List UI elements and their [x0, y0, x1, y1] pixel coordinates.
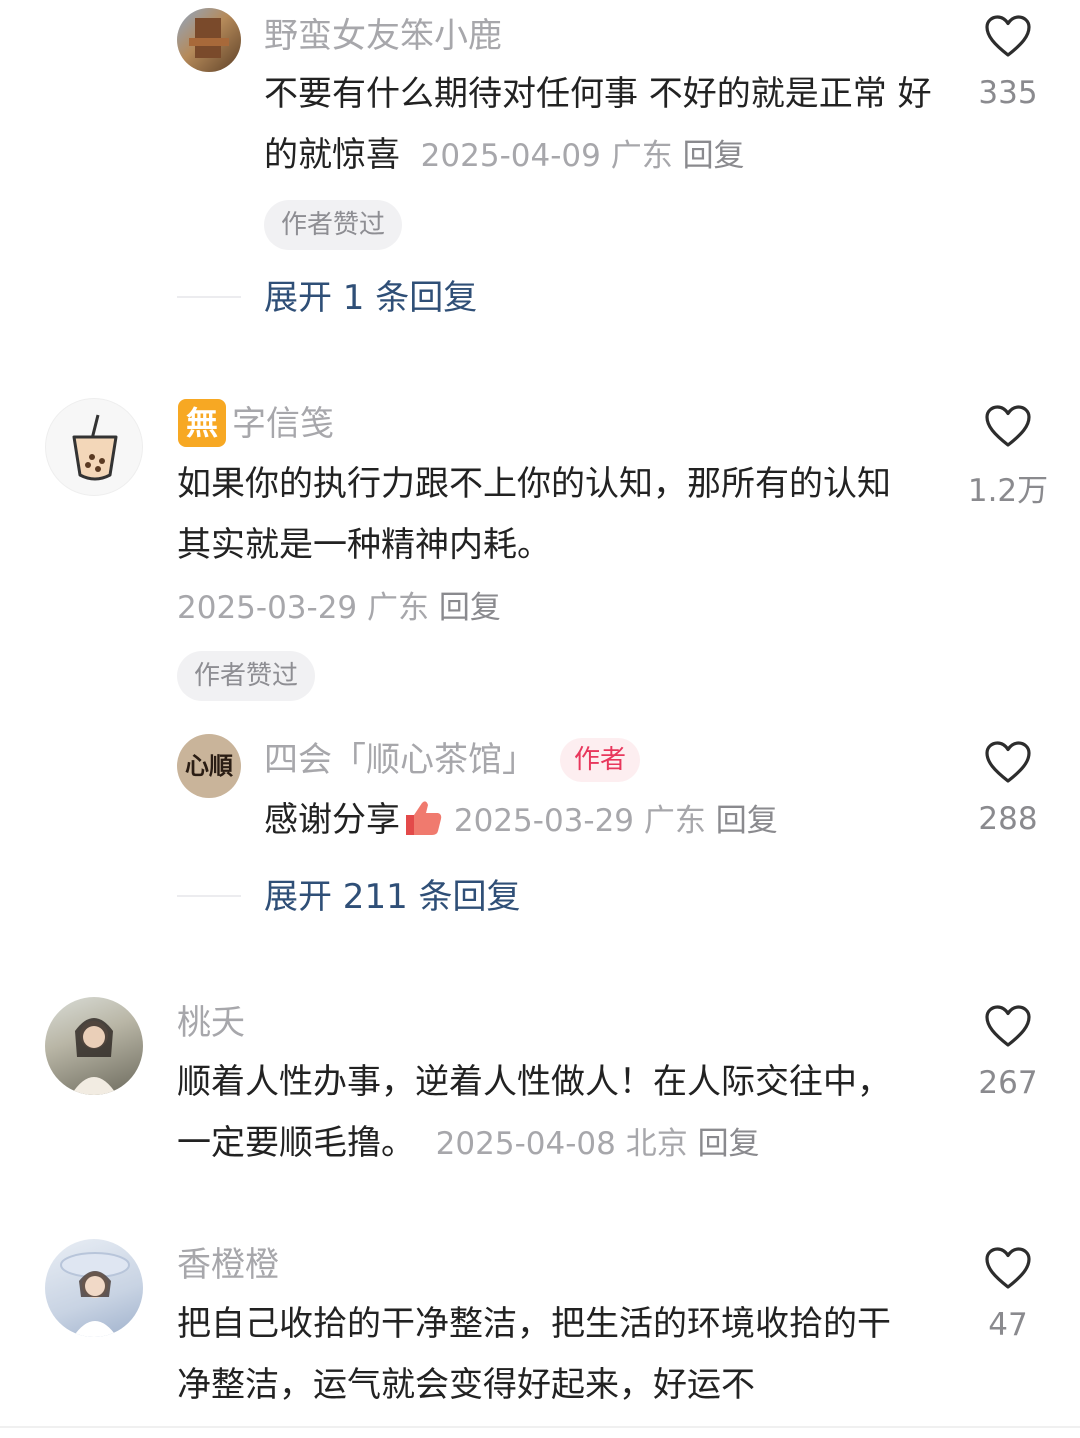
avatar[interactable] — [45, 997, 143, 1095]
expand-replies-button[interactable]: 展开 211 条回复 — [264, 875, 521, 919]
portrait-avatar-image — [71, 1018, 117, 1095]
divider — [177, 296, 241, 298]
avatar[interactable] — [45, 398, 143, 496]
comment-body: 把自己收拾的干净整洁，把生活的环境收拾的干净整洁，运气就会变得好起来，好运不 — [177, 1304, 891, 1405]
reply-button[interactable]: 回复 — [683, 138, 745, 174]
reply-button[interactable]: 回复 — [439, 590, 501, 626]
comment-location: 北京 — [625, 1126, 688, 1162]
comment-body: 如果你的执行力跟不上你的认知，那所有的认知其实就是一种精神内耗。 — [177, 464, 891, 565]
comment-date: 2025-04-08 — [435, 1126, 616, 1162]
author-tag: 作者 — [560, 738, 641, 782]
heart-outline-icon — [985, 741, 1031, 783]
reply-text: 感谢分享 2025-03-29 广东 回复 — [264, 790, 934, 852]
heart-outline-icon — [985, 15, 1031, 57]
heart-outline-icon — [985, 405, 1031, 447]
like-count: 1.2万 — [967, 473, 1049, 509]
reply-meta: 2025-03-29 广东 回复 — [444, 803, 778, 839]
expand-replies-button[interactable]: 展开 1 条回复 — [264, 276, 477, 320]
comment-text: 顺着人性办事，逆着人性做人！在人际交往中，一定要顺毛撸。 2025-04-08 … — [177, 1052, 917, 1175]
comment-date: 2025-04-09 — [420, 138, 601, 174]
thumbs-up-emoji-icon — [406, 801, 442, 835]
heart-outline-icon — [985, 1005, 1031, 1047]
reply-button[interactable]: 回复 — [716, 803, 778, 839]
bottom-divider — [0, 1426, 1080, 1428]
like-button[interactable]: 288 — [948, 740, 1068, 837]
commenter-name[interactable]: 四会「顺心茶馆」 — [264, 738, 536, 782]
comment-meta: 2025-03-29 广东 回复 — [177, 586, 501, 630]
commenter-name[interactable]: 桃夭 — [177, 1001, 245, 1045]
comment-location: 广东 — [610, 138, 673, 174]
like-button[interactable]: 1.2万 — [948, 404, 1068, 510]
like-button[interactable]: 267 — [948, 1004, 1068, 1101]
comment-meta: 2025-04-09 广东 回复 — [411, 138, 745, 174]
like-count: 267 — [978, 1065, 1038, 1101]
bubble-tea-icon — [72, 414, 118, 481]
author-liked-badge: 作者赞过 — [264, 200, 403, 250]
commenter-name[interactable]: 野蛮女友笨小鹿 — [264, 14, 502, 58]
comment-location: 广东 — [643, 803, 706, 839]
avatar[interactable] — [177, 8, 241, 72]
commenter-name[interactable]: 香橙橙 — [177, 1243, 279, 1287]
avatar[interactable] — [45, 1239, 143, 1337]
comment-date: 2025-03-29 — [453, 803, 635, 839]
author-liked-badge: 作者赞过 — [177, 651, 316, 701]
comment-meta: 2025-04-08 北京 回复 — [426, 1126, 760, 1162]
reply-button[interactable]: 回复 — [698, 1126, 760, 1162]
comment-text: 如果你的执行力跟不上你的认知，那所有的认知其实就是一种精神内耗。 — [177, 454, 917, 576]
comment-location: 广东 — [367, 590, 430, 626]
divider — [177, 895, 241, 897]
like-button[interactable]: 335 — [948, 14, 1068, 111]
heart-outline-icon — [985, 1247, 1031, 1289]
comment-date: 2025-03-29 — [177, 590, 358, 626]
comment-text: 不要有什么期待对任何事 不好的就是正常 好的就惊喜 2025-04-09 广东 … — [264, 64, 934, 187]
like-count: 288 — [978, 801, 1038, 837]
like-count: 335 — [978, 75, 1038, 111]
like-count: 47 — [988, 1307, 1028, 1343]
comment-text: 把自己收拾的干净整洁，把生活的环境收拾的干净整洁，运气就会变得好起来，好运不 — [177, 1294, 917, 1416]
portrait-avatar-image — [60, 1252, 130, 1337]
name-icon: 無 — [178, 399, 226, 447]
like-button[interactable]: 47 — [948, 1246, 1068, 1343]
reply-body: 感谢分享 — [264, 800, 400, 840]
avatar[interactable]: 心順 — [177, 734, 241, 798]
commenter-name[interactable]: 字信笺 — [232, 402, 334, 446]
temple-avatar-image — [189, 18, 229, 58]
